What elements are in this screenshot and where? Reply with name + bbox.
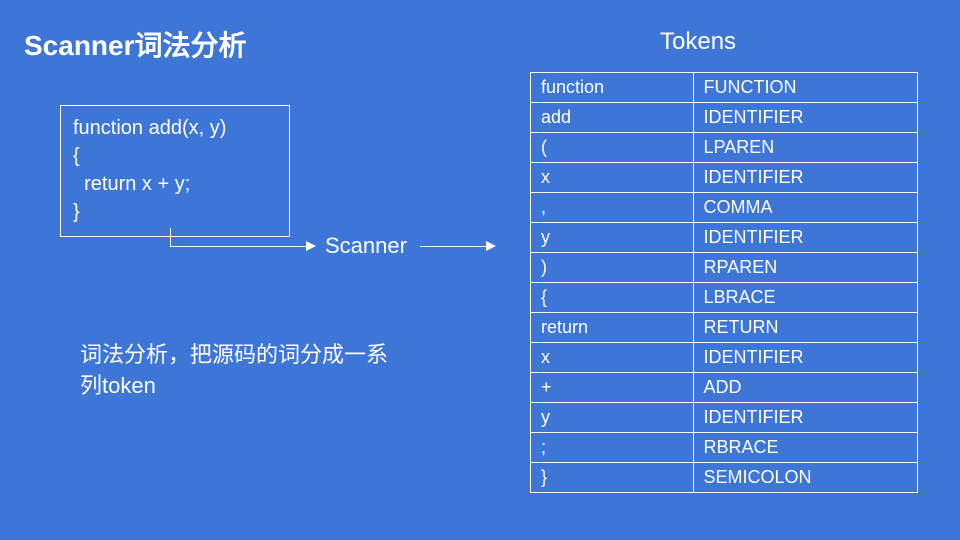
description-text: 词法分析，把源码的词分成一系列token [80,340,400,402]
token-lexeme-cell: y [531,403,694,433]
tokens-table: functionFUNCTIONaddIDENTIFIER(LPARENxIDE… [530,72,918,493]
token-lexeme-cell: + [531,373,694,403]
arrow-right-icon [486,241,496,251]
token-type-cell: IDENTIFIER [693,103,917,133]
table-row: ,COMMA [531,193,918,223]
token-lexeme-cell: { [531,283,694,313]
token-type-cell: FUNCTION [693,73,917,103]
table-row: (LPAREN [531,133,918,163]
token-type-cell: ADD [693,373,917,403]
table-row: }SEMICOLON [531,463,918,493]
tokens-heading: Tokens [660,28,736,56]
token-lexeme-cell: ) [531,253,694,283]
table-row: {LBRACE [531,283,918,313]
flow-line-vertical [170,228,171,246]
token-lexeme-cell: function [531,73,694,103]
token-lexeme-cell: ( [531,133,694,163]
token-type-cell: IDENTIFIER [693,163,917,193]
flow-line-horizontal-1 [170,246,310,247]
table-row: yIDENTIFIER [531,403,918,433]
source-code-box: function add(x, y) { return x + y; } [60,105,290,237]
table-row: ;RBRACE [531,433,918,463]
token-lexeme-cell: x [531,343,694,373]
token-type-cell: IDENTIFIER [693,403,917,433]
table-row: xIDENTIFIER [531,343,918,373]
token-lexeme-cell: x [531,163,694,193]
flow-line-horizontal-2 [420,246,490,247]
table-row: xIDENTIFIER [531,163,918,193]
token-type-cell: SEMICOLON [693,463,917,493]
token-type-cell: RETURN [693,313,917,343]
token-lexeme-cell: , [531,193,694,223]
token-type-cell: RPAREN [693,253,917,283]
token-type-cell: COMMA [693,193,917,223]
arrow-right-icon [306,241,316,251]
table-row: functionFUNCTION [531,73,918,103]
token-type-cell: IDENTIFIER [693,343,917,373]
table-row: addIDENTIFIER [531,103,918,133]
token-lexeme-cell: return [531,313,694,343]
token-lexeme-cell: y [531,223,694,253]
token-lexeme-cell: } [531,463,694,493]
table-row: yIDENTIFIER [531,223,918,253]
table-row: )RPAREN [531,253,918,283]
table-row: +ADD [531,373,918,403]
scanner-label: Scanner [325,233,407,259]
token-type-cell: LPAREN [693,133,917,163]
token-lexeme-cell: add [531,103,694,133]
page-title: Scanner词法分析 [24,24,247,64]
token-lexeme-cell: ; [531,433,694,463]
token-type-cell: RBRACE [693,433,917,463]
flow-diagram: Scanner [170,228,520,258]
token-type-cell: IDENTIFIER [693,223,917,253]
token-type-cell: LBRACE [693,283,917,313]
table-row: returnRETURN [531,313,918,343]
